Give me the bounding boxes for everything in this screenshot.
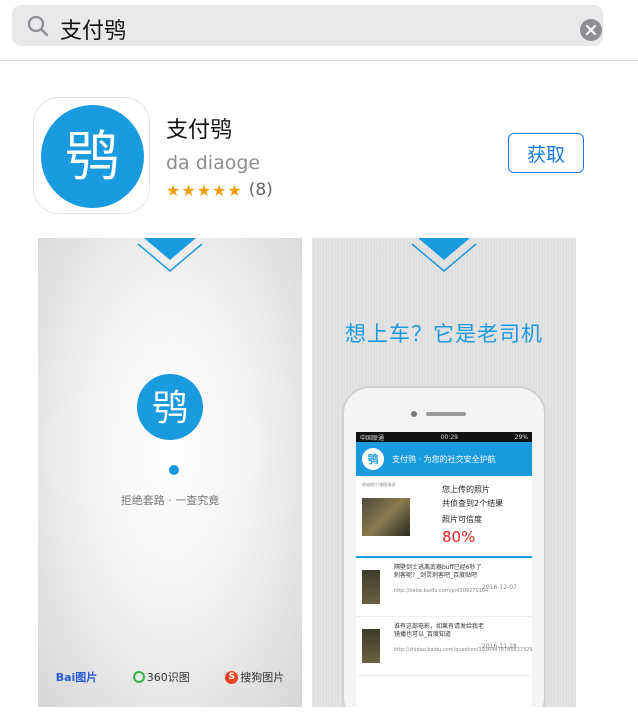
close-icon [585, 24, 597, 36]
screenshot-2[interactable]: 想上车？它是老司机 中国联通 00:29 29% 鸮 支付鸮 · 为您的社交安全… [312, 238, 576, 707]
app-logo: 鸮 [362, 448, 384, 470]
row-date: 2016-11-28 [482, 643, 517, 650]
search-input[interactable]: 支付鸮 [60, 13, 126, 45]
result-line-2: 共侦查到2个结果 [442, 499, 504, 508]
app-bar: 鸮 支付鸮 · 为您的社交安全护航 [356, 442, 532, 476]
chevron-down-icon [137, 238, 203, 272]
list-item: 隔壁剑士逃离武器buff已经6秒了刺客呢? _剑灵刺客吧_百度贴吧 http:/… [356, 558, 532, 617]
row-url: http://zhidao.baidu.com/question/1926447… [394, 647, 532, 653]
status-time: 00:29 [440, 433, 458, 441]
baidu-logo: Bai图片 [55, 671, 98, 684]
app-icon[interactable]: 鸮 [33, 97, 150, 214]
row-date: 2016-12-07 [482, 584, 517, 591]
row-title: 谁有这部电影，如果有请发给我老镜播也可以_百度知道 [394, 623, 485, 638]
camera-icon [411, 411, 417, 417]
list-item: 谁有这部电影，如果有请发给我老镜播也可以_百度知道 http://zhidao.… [356, 617, 532, 676]
sogou-icon: S [225, 670, 239, 684]
battery: 29% [514, 433, 528, 441]
360-logo: 360识图 [132, 669, 190, 685]
360-icon [132, 671, 145, 683]
search-bar[interactable]: 支付鸮 [12, 5, 603, 46]
app-bar-title: 支付鸮 · 为您的社交安全护航 [392, 454, 496, 464]
divider [0, 60, 638, 61]
result-line-1: 您上传的照片 [442, 485, 490, 494]
rating: ★★★★★ (8) [166, 180, 273, 200]
row-title: 隔壁剑士逃离武器buff已经6秒了刺客呢? _剑灵刺客吧_百度贴吧 [394, 564, 482, 579]
sogou-logo: S 搜狗图片 [225, 669, 284, 685]
phone-screen: 中国联通 00:29 29% 鸮 支付鸮 · 为您的社交安全护航 原始图片/查图… [356, 432, 532, 707]
result-percent: 80% [442, 528, 476, 546]
svg-text:鸮: 鸮 [65, 125, 119, 188]
clear-search-button[interactable] [580, 19, 602, 41]
app-title[interactable]: 支付鸮 [166, 112, 232, 144]
status-bar: 中国联通 00:29 29% [356, 432, 532, 442]
result-caption: 原始图片/查图请求 [362, 482, 396, 487]
app-logo: 鸮 [41, 105, 144, 208]
get-button[interactable]: 获取 [508, 133, 584, 173]
row-thumbnail [362, 629, 380, 663]
tagline: 拒绝套路 · 一查究竟 [120, 494, 220, 507]
rating-stars-icon: ★★★★★ [166, 180, 243, 200]
row-thumbnail [362, 570, 380, 604]
app-logo: 鸮 [137, 374, 203, 440]
carrier: 中国联通 [360, 434, 385, 442]
headline: 想上车？它是老司机 [345, 322, 543, 346]
search-icon [26, 14, 50, 42]
developer-name[interactable]: da diaoge [166, 152, 260, 174]
result-card: 原始图片/查图请求 您上传的照片 共侦查到2个结果 照片可信度 80% [356, 476, 532, 558]
speaker-icon [426, 412, 466, 416]
rating-count: (8) [248, 180, 273, 200]
loading-dot [169, 465, 179, 475]
row-url: http://tieba.baidu.com/p/4309270194 [394, 588, 489, 594]
result-line-3: 照片可信度 [442, 515, 482, 524]
360-label: 360识图 [146, 671, 190, 684]
phone-mockup: 中国联通 00:29 29% 鸮 支付鸮 · 为您的社交安全护航 原始图片/查图… [342, 386, 546, 707]
svg-text:鸮: 鸮 [152, 388, 188, 429]
brand-logos: Bai图片 360识图 S 搜狗图片 [38, 665, 302, 689]
sogou-label: 搜狗图片 [240, 671, 285, 684]
result-image [362, 498, 410, 536]
screenshot-1[interactable]: 鸮 拒绝套路 · 一查究竟 Bai图片 360识图 S 搜狗图片 [38, 238, 302, 707]
chevron-down-icon [411, 238, 477, 272]
